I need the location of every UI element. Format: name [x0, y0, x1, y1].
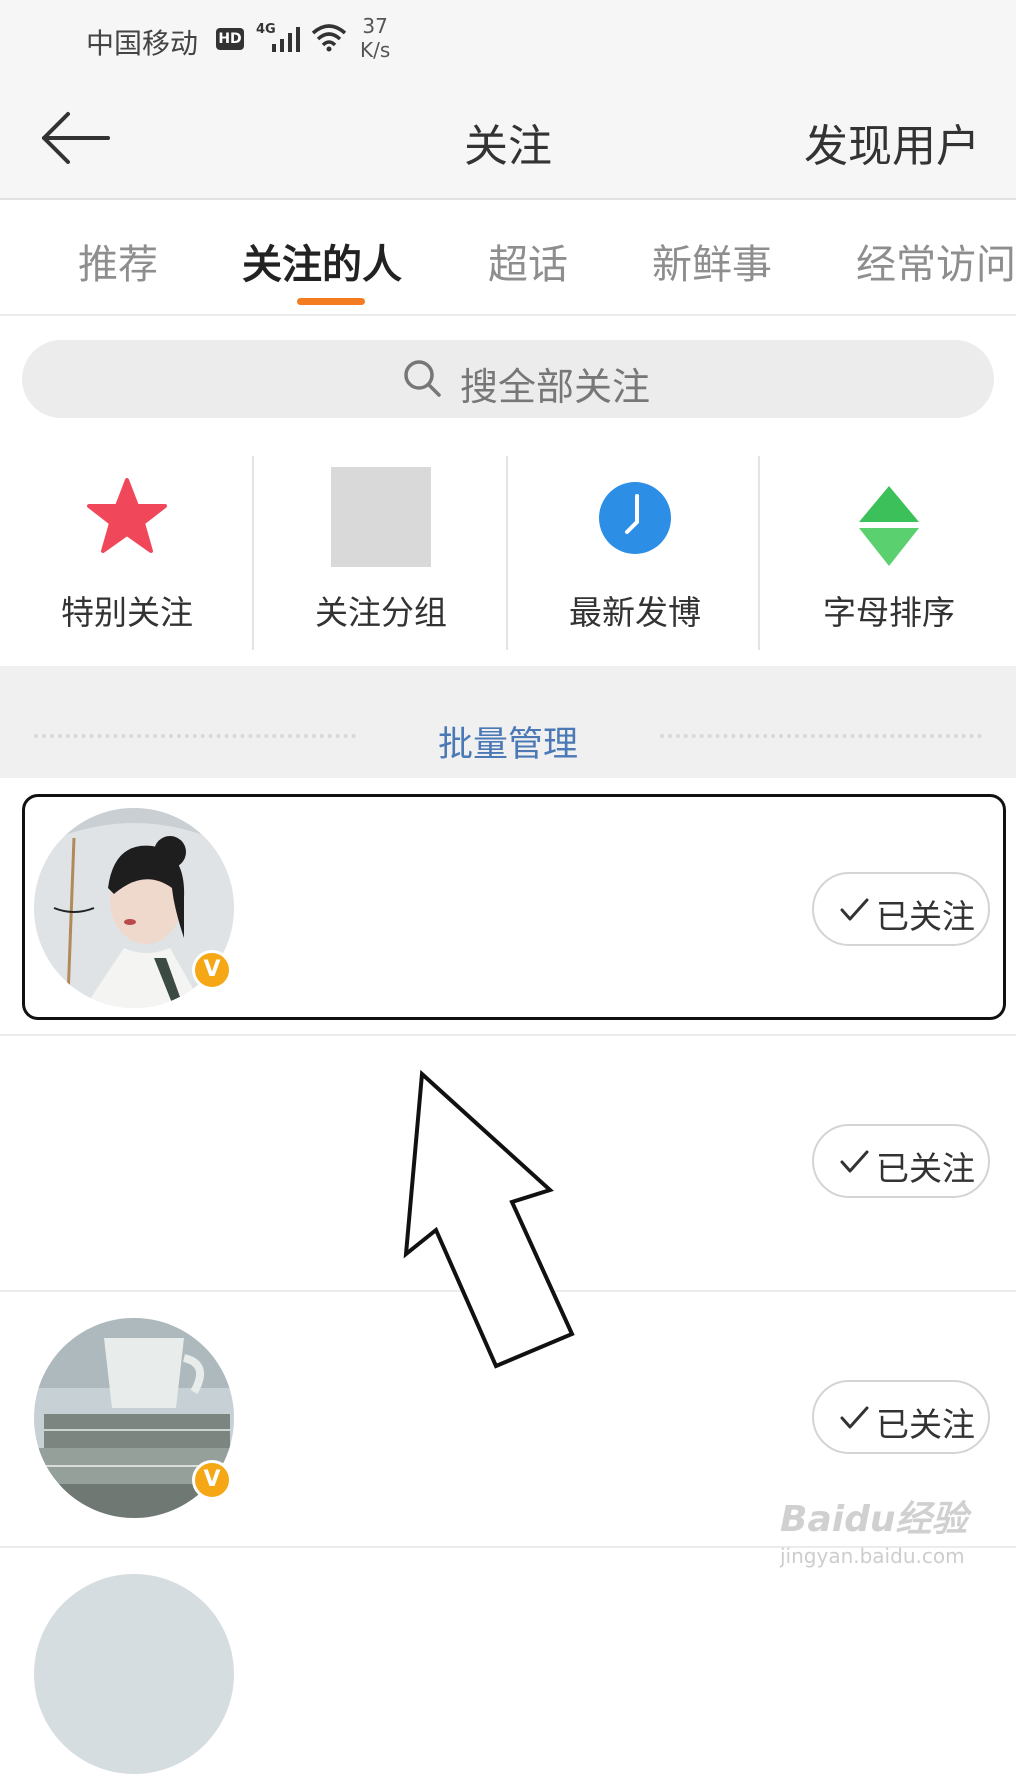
nav-bar: 关注 发现用户 — [0, 80, 1016, 200]
following-button[interactable]: 已关注 — [812, 1380, 990, 1454]
hd-icon: HD — [216, 28, 244, 50]
batch-manage-button[interactable]: 批量管理 — [0, 716, 1016, 767]
shortcut-row: 特别关注 关注分组 最新发博 字母排序 — [0, 456, 1016, 650]
shortcut-follow-groups[interactable]: 关注分组 — [254, 456, 508, 650]
batch-manage-section: 批量管理 — [0, 666, 1016, 778]
watermark: Baidu经验 jingyan.baidu.com — [780, 1490, 980, 1590]
tab-fresh-news[interactable]: 新鲜事 — [652, 232, 772, 290]
tab-following[interactable]: 关注的人 — [242, 232, 402, 290]
carrier-name: 中国移动 — [86, 27, 199, 60]
shortcut-label: 特别关注 — [61, 593, 193, 632]
watermark-url: jingyan.baidu.com — [780, 1544, 965, 1568]
dotted-divider — [660, 734, 982, 738]
signal-icon — [272, 27, 300, 52]
wifi-icon — [311, 24, 347, 52]
following-button-label: 已关注 — [876, 1405, 975, 1444]
highlight-frame — [22, 794, 1006, 1020]
shortcut-alphabetical[interactable]: 字母排序 — [762, 456, 1016, 650]
discover-users-button[interactable]: 发现用户 — [804, 110, 980, 174]
status-bar: 中国移动 HD 4G 37 K/s — [0, 0, 1016, 80]
speed-value: 37 — [362, 14, 388, 38]
verified-badge-icon: V — [192, 1460, 232, 1500]
avatar[interactable] — [34, 1574, 234, 1774]
shortcut-label: 最新发博 — [569, 593, 701, 632]
shortcut-latest-posts[interactable]: 最新发博 — [508, 456, 762, 650]
search-input[interactable]: 搜全部关注 — [22, 340, 994, 418]
star-icon — [87, 478, 167, 553]
tab-super-topic[interactable]: 超话 — [488, 232, 568, 290]
tab-frequent-visits[interactable]: 经常访问 — [856, 232, 1016, 290]
shortcut-label: 关注分组 — [315, 593, 447, 632]
speed-unit: K/s — [360, 38, 391, 62]
divider — [758, 456, 760, 650]
clock-icon — [599, 482, 671, 554]
search-icon — [404, 360, 441, 397]
search-placeholder: 搜全部关注 — [460, 365, 651, 409]
pointer-arrow-icon — [403, 1070, 575, 1369]
group-placeholder-icon — [331, 467, 431, 567]
following-button[interactable]: 已关注 — [812, 1124, 990, 1198]
shortcut-special-follow[interactable]: 特别关注 — [0, 456, 254, 650]
watermark-logo: Baidu经验 — [780, 1499, 968, 1540]
active-tab-indicator — [297, 298, 365, 305]
check-icon — [840, 1150, 869, 1173]
tab-recommend[interactable]: 推荐 — [78, 232, 158, 290]
tab-bar: 推荐 关注的人 超话 新鲜事 经常访问 — [0, 200, 1016, 316]
following-button-label: 已关注 — [876, 1149, 975, 1188]
shortcut-label: 字母排序 — [823, 593, 955, 632]
sort-icon — [859, 486, 919, 566]
check-icon — [840, 1406, 869, 1429]
network-speed: 37 K/s — [360, 14, 390, 62]
